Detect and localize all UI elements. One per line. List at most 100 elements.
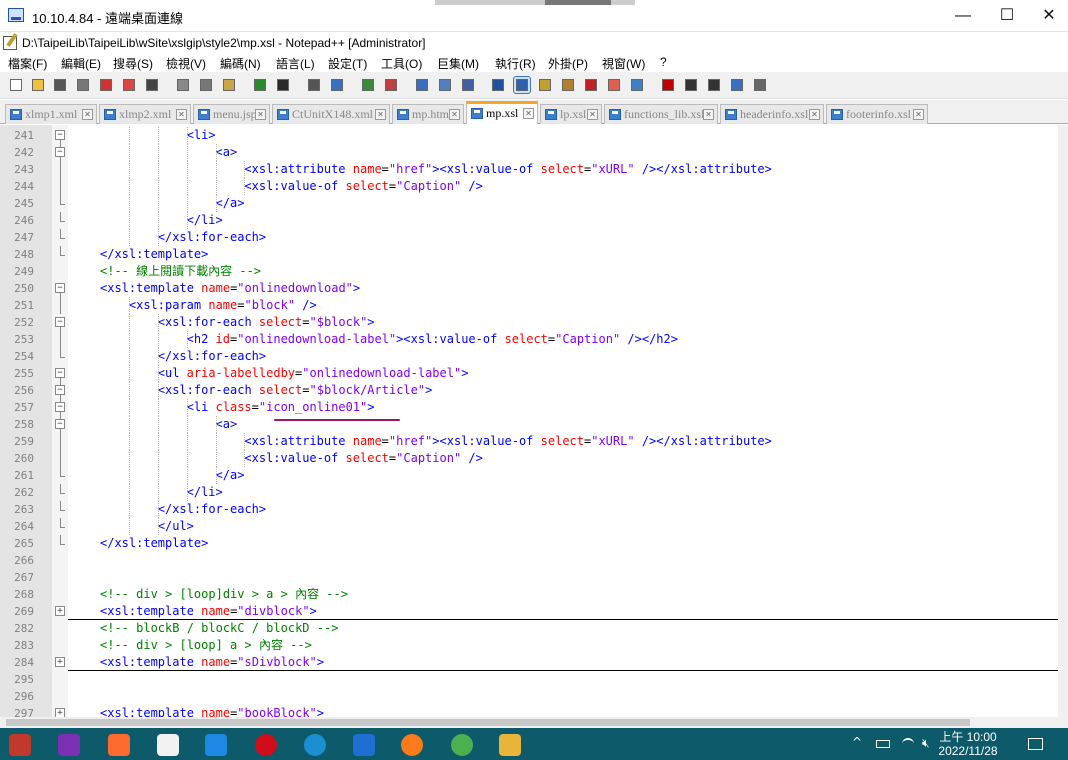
line-number: 264 [14,520,34,533]
print-icon[interactable] [144,77,160,93]
menu-item[interactable]: 設定(T) [328,55,367,72]
fold-expand-icon[interactable]: + [55,708,65,717]
tab-close-icon[interactable]: ✕ [809,109,820,120]
cut-icon[interactable] [175,77,191,93]
opera-icon[interactable] [255,734,277,756]
menu-item[interactable]: ? [660,55,667,69]
paste-icon[interactable] [221,77,237,93]
menu-item[interactable]: 外掛(P) [548,55,588,72]
fold-collapse-icon[interactable]: − [55,419,65,429]
tab-footerinfo-xsl[interactable]: footerinfo.xsl ✕ [826,104,928,124]
tab-close-icon[interactable]: ✕ [82,109,93,120]
rdp-close-button[interactable]: ✕ [1030,0,1068,32]
tab-ctunitx148-xml[interactable]: CtUnitX148.xml ✕ [272,104,390,124]
udl-icon[interactable] [537,77,553,93]
sync-h-icon[interactable] [437,77,453,93]
all-chars-icon[interactable] [490,77,506,93]
zoom-in-icon[interactable] [360,77,376,93]
sync-v-icon[interactable] [414,77,430,93]
rdp-connection-bar[interactable] [435,0,635,5]
edge-icon[interactable] [304,734,326,756]
save-icon[interactable] [52,77,68,93]
code-editor[interactable]: 241 <li> −242 <a> −243 <xsl:attribute name="h… [0,125,1068,717]
rdp-maximize-button[interactable]: ☐ [984,0,1030,32]
vscode-icon[interactable] [205,734,227,756]
tab-menu-jsp[interactable]: menu.jsp ✕ [193,104,270,124]
menu-item[interactable]: 視窗(W) [602,55,645,72]
monitor-icon[interactable] [629,77,645,93]
close-icon[interactable] [98,77,114,93]
scrollbar-thumb[interactable] [6,719,970,726]
menu-item[interactable]: 搜尋(S) [113,55,153,72]
chrome-icon[interactable] [451,734,473,756]
doc-map-icon[interactable] [560,77,576,93]
wifi-icon[interactable] [902,738,914,750]
tab-close-icon[interactable]: ✕ [449,109,460,120]
play-multi-icon[interactable] [729,77,745,93]
fold-expand-icon[interactable]: + [55,657,65,667]
vertical-scrollbar[interactable] [1058,125,1068,717]
wrap-icon[interactable] [460,77,476,93]
close-all-icon[interactable] [121,77,137,93]
fold-collapse-icon[interactable]: − [55,385,65,395]
tab-mp-htm[interactable]: mp.htm ✕ [392,104,464,124]
tab-close-icon[interactable]: ✕ [176,109,187,120]
clock[interactable]: 上午 10:00 2022/11/28 [938,730,998,758]
copy-icon[interactable] [198,77,214,93]
menu-item[interactable]: 語言(L) [276,55,315,72]
save-all-icon[interactable] [75,77,91,93]
tab-headerinfo-xsl[interactable]: headerinfo.xsl ✕ [720,104,824,124]
redo-icon[interactable] [275,77,291,93]
tab-functions-lib-xsl[interactable]: functions_lib.xsl ✕ [604,104,718,124]
tab-close-icon[interactable]: ✕ [913,109,924,120]
tab-close-icon[interactable]: ✕ [255,109,266,120]
menu-item[interactable]: 巨集(M) [437,55,479,72]
menu-item[interactable]: 編碼(N) [220,55,261,72]
fold-collapse-icon[interactable]: − [55,402,65,412]
menu-item[interactable]: 工具(O) [381,55,422,72]
record-icon[interactable] [660,77,676,93]
fold-expand-icon[interactable]: + [55,606,65,616]
menu-item[interactable]: 編輯(E) [61,55,101,72]
menu-item[interactable]: 檔案(F) [8,55,47,72]
filezilla-icon[interactable] [9,734,31,756]
zoom-out-icon[interactable] [383,77,399,93]
play-icon[interactable] [706,77,722,93]
new-file-icon[interactable] [8,77,24,93]
undo-icon[interactable] [252,77,268,93]
indent-guide-icon[interactable] [513,76,531,94]
tab-xlmp1-xml[interactable]: xlmp1.xml ✕ [5,104,97,124]
tab-xlmp2-xml[interactable]: xlmp2.xml ✕ [99,104,191,124]
horizontal-scrollbar[interactable] [0,717,1068,728]
folder-workspace-icon[interactable] [606,77,622,93]
tab-close-icon[interactable]: ✕ [587,109,598,120]
xampp-icon[interactable] [157,734,179,756]
app-icon[interactable] [58,734,80,756]
fold-collapse-icon[interactable]: − [55,368,65,378]
notification-icon[interactable] [1028,738,1043,750]
function-list-icon[interactable] [583,77,599,93]
firefox-icon[interactable] [401,734,423,756]
rdp-minimize-button[interactable]: — [940,0,986,32]
volume-mute-icon[interactable]: 🔇︎ [922,736,930,751]
tab-close-icon[interactable]: ✕ [703,109,714,120]
swift-icon[interactable] [108,734,130,756]
tab-mp-xsl[interactable]: mp.xsl ✕ [466,101,538,124]
menu-item[interactable]: 執行(R) [495,55,536,72]
find-icon[interactable] [306,77,322,93]
fold-collapse-icon[interactable]: − [55,147,65,157]
tab-close-icon[interactable]: ✕ [523,108,534,119]
ie-icon[interactable] [353,734,375,756]
tab-lp-xsl[interactable]: lp.xsl ✕ [540,104,602,124]
menu-item[interactable]: 檢視(V) [166,55,206,72]
save-macro-icon[interactable] [752,77,768,93]
file-explorer-icon[interactable] [499,734,521,756]
tab-close-icon[interactable]: ✕ [375,109,386,120]
fold-collapse-icon[interactable]: − [55,130,65,140]
open-file-icon[interactable] [30,77,46,93]
fold-collapse-icon[interactable]: − [55,317,65,327]
tray-chevron[interactable]: ^ [852,735,862,749]
fold-collapse-icon[interactable]: − [55,283,65,293]
stop-icon[interactable] [683,77,699,93]
replace-icon[interactable] [329,77,345,93]
